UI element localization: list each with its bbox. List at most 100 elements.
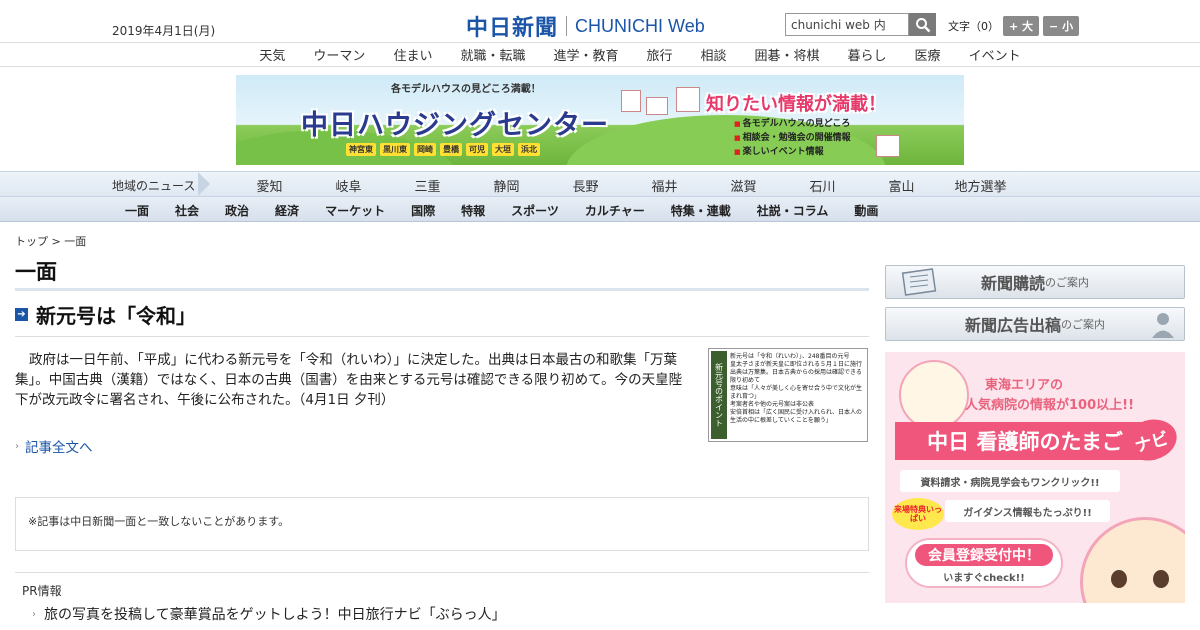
search-button[interactable]	[909, 13, 936, 36]
section-item[interactable]: 社説・コラム	[744, 202, 842, 219]
banner-right-title: 知りたい情報が満載！	[706, 94, 886, 115]
region-item[interactable]: 地方選挙	[941, 176, 1020, 195]
section-item[interactable]: 国際	[398, 202, 448, 219]
date-label: 2019年4月1日(月)	[112, 24, 216, 38]
font-size-label: 文字（0）	[948, 20, 999, 33]
section-nav: 一面 社会 政治 経済 マーケット 国際 特報 スポーツ カルチャー 特集・連載…	[0, 197, 1200, 222]
ad-mascot-face	[1080, 517, 1185, 603]
banner-feature-list: 各モデルハウスの見どころ 相談会・勉強会の開催情報 楽しいイベント情報	[734, 117, 851, 159]
topnav-item[interactable]: 天気	[245, 45, 299, 64]
regional-news-label: 地域のニュース	[112, 179, 196, 193]
region-item[interactable]: 愛知	[230, 176, 309, 195]
read-more-link[interactable]: › 記事全文へ	[15, 436, 93, 456]
region-item[interactable]: 石川	[783, 176, 862, 195]
banner-feature: 相談会・勉強会の開催情報	[734, 131, 851, 145]
advertise-suffix: のご案内	[1061, 318, 1105, 331]
top-nav: 天気 ウーマン 住まい 就職・転職 進学・教育 旅行 相談 囲碁・将棋 暮らし …	[0, 42, 1200, 67]
ad-cta-button[interactable]: 会員登録受付中！	[915, 544, 1053, 566]
banner-tag: 浜北	[518, 143, 540, 156]
banner-location-tags: 神宮東 黒川東 岡崎 豊橋 可児 大垣 浜北	[346, 143, 540, 156]
article-lead: 政府は一日午前、「平成」に代わる新元号を「令和（れいわ）」に決定した。出典は日本…	[15, 352, 683, 408]
thumbnail-point: 意味は「人々が美しく心を寄せ合う中で文化が生まれ育つ」	[730, 385, 863, 400]
section-item[interactable]: 政治	[212, 202, 262, 219]
banner-tag: 黒川東	[380, 143, 410, 156]
logo-kanji: 中日新聞	[466, 15, 559, 41]
banner-tag: 岡崎	[414, 143, 436, 156]
topnav-item[interactable]: ウーマン	[299, 45, 379, 64]
ad-cta-subtext: いますぐcheck!!	[943, 573, 1025, 584]
topnav-item[interactable]: 住まい	[379, 45, 446, 64]
section-items: 一面 社会 政治 経済 マーケット 国際 特報 スポーツ カルチャー 特集・連載…	[112, 202, 891, 219]
region-item[interactable]: 長野	[546, 176, 625, 195]
housing-center-banner[interactable]: 各モデルハウスの見どころ満載！ 中日ハウジングセンター 神宮東 黒川東 岡崎 豊…	[236, 75, 964, 165]
banner-top-text: 各モデルハウスの見どころ満載！	[391, 84, 541, 95]
banner-house	[621, 90, 641, 112]
search-icon	[915, 17, 930, 32]
advertise-button[interactable]: 新聞広告出稿 のご案内	[885, 307, 1185, 341]
pr-link[interactable]: › 旅の写真を投稿して豪華賞品をゲットしよう！中日旅行ナビ「ぶらっ人」	[32, 604, 506, 624]
section-item[interactable]: 特報	[448, 202, 498, 219]
subscribe-button[interactable]: 新聞購読 のご案内	[885, 265, 1185, 299]
search-input[interactable]	[785, 13, 909, 36]
logo-web-text: Web	[668, 15, 705, 36]
topnav-item[interactable]: 相談	[687, 45, 741, 64]
breadcrumb[interactable]: トップ > 一面	[15, 233, 86, 249]
banner-feature: 楽しいイベント情報	[734, 145, 851, 159]
chevron-right-icon: ›	[15, 440, 19, 452]
logo-divider	[566, 16, 568, 36]
section-item[interactable]: 一面	[112, 202, 162, 219]
region-item[interactable]: 滋賀	[704, 176, 783, 195]
topnav-item[interactable]: 旅行	[632, 45, 686, 64]
topnav-item[interactable]: 就職・転職	[446, 45, 539, 64]
topnav-item[interactable]: 医療	[901, 45, 955, 64]
banner-tag: 神宮東	[346, 143, 376, 156]
region-items: 愛知 岐阜 三重 静岡 長野 福井 滋賀 石川 富山 地方選挙	[230, 176, 1020, 195]
banner-tag: 豊橋	[440, 143, 462, 156]
headline-divider	[15, 336, 869, 337]
section-item[interactable]: 経済	[262, 202, 312, 219]
subscribe-suffix: のご案内	[1045, 276, 1089, 289]
article-headline[interactable]: ➔ 新元号は「令和」	[15, 300, 196, 329]
logo-en-text: CHUNICHI	[575, 15, 664, 36]
section-item[interactable]: マーケット	[312, 202, 398, 219]
region-item[interactable]: 三重	[388, 176, 467, 195]
site-logo[interactable]: 中日新聞 CHUNICHI Web	[466, 10, 705, 42]
topnav-item[interactable]: 進学・教育	[539, 45, 632, 64]
topnav-item[interactable]: イベント	[955, 45, 1035, 64]
topnav-item[interactable]: 暮らし	[834, 45, 901, 64]
topnav-item[interactable]: 囲碁・将棋	[741, 45, 834, 64]
title-divider	[15, 288, 869, 291]
section-item[interactable]: スポーツ	[498, 202, 572, 219]
region-item[interactable]: 福井	[625, 176, 704, 195]
section-item[interactable]: 社会	[162, 202, 212, 219]
advertise-label: 新聞広告出稿	[964, 316, 1061, 335]
regional-news-nav: 地域のニュース 愛知 岐阜 三重 静岡 長野 福井 滋賀 石川 富山 地方選挙	[0, 171, 1200, 197]
region-item[interactable]: 富山	[862, 176, 941, 195]
ad-bar2: ガイダンス情報もたっぷり!!	[945, 500, 1110, 522]
subscribe-label: 新聞購読	[980, 274, 1045, 293]
banner-house	[876, 135, 900, 157]
ad-main-title: 中日 看護師のたまご	[895, 422, 1155, 460]
person-icon	[1152, 313, 1174, 338]
article-thumbnail[interactable]: 新元号のポイント 新元号は「令和（れいわ）」、248番目の元号 皇太子さまが新天…	[708, 348, 868, 442]
banner-main-text: 中日ハウジングセンター	[301, 110, 609, 141]
read-more-label: 記事全文へ	[25, 440, 93, 456]
pr-link-label: 旅の写真を投稿して豪華賞品をゲットしよう！中日旅行ナビ「ぶらっ人」	[44, 607, 506, 623]
chevron-right-icon: ›	[32, 608, 36, 620]
region-arrow-icon	[198, 172, 210, 196]
section-item[interactable]: 特集・連載	[658, 202, 744, 219]
region-item[interactable]: 岐阜	[309, 176, 388, 195]
section-item[interactable]: 動画	[841, 202, 891, 219]
font-smaller-button[interactable]: − 小	[1043, 16, 1080, 36]
ad-mascot-small	[899, 360, 969, 430]
arrow-right-icon: ➔	[15, 308, 28, 321]
nurse-navi-ad[interactable]: 東海エリアの 人気病院の情報が100以上!! 中日 看護師のたまご ナビ 資料請…	[885, 352, 1185, 603]
ad-mascot-eye	[1153, 570, 1169, 588]
font-bigger-button[interactable]: + 大	[1003, 16, 1040, 36]
thumbnail-point: 出典は万葉集。日本古典からの採用は確認できる限り初めて	[730, 369, 862, 384]
headline-text: 新元号は「令和」	[36, 304, 196, 328]
thumbnail-side-label: 新元号のポイント	[711, 351, 727, 439]
section-item[interactable]: カルチャー	[572, 202, 658, 219]
ad-line1: 東海エリアの	[985, 378, 1064, 393]
region-item[interactable]: 静岡	[467, 176, 546, 195]
